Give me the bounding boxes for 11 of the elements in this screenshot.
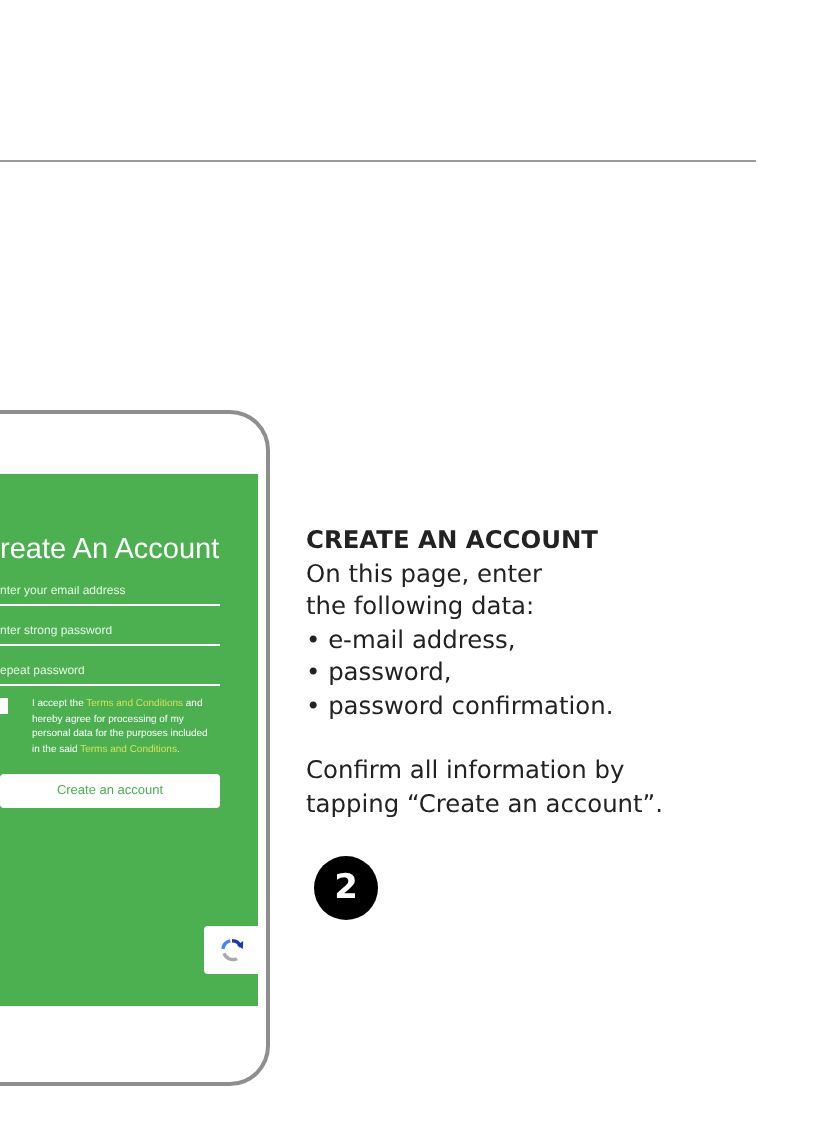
list-item: • password confirmation. bbox=[306, 689, 616, 722]
list-item: • e-mail address, bbox=[306, 623, 518, 656]
section-heading: CREATE AN ACCOUNT bbox=[306, 524, 600, 557]
checkbox[interactable] bbox=[0, 698, 8, 714]
step-number: 2 bbox=[314, 856, 378, 920]
screen-title: reate An Account bbox=[0, 534, 222, 566]
captcha-badge[interactable] bbox=[204, 926, 258, 974]
confirm-text: Confirm all information by tapping “Create an account”. bbox=[306, 754, 663, 820]
recaptcha-icon bbox=[217, 936, 245, 964]
intro-text: On this page, enter the following data: bbox=[306, 557, 545, 623]
list-item: • password, bbox=[306, 656, 454, 689]
